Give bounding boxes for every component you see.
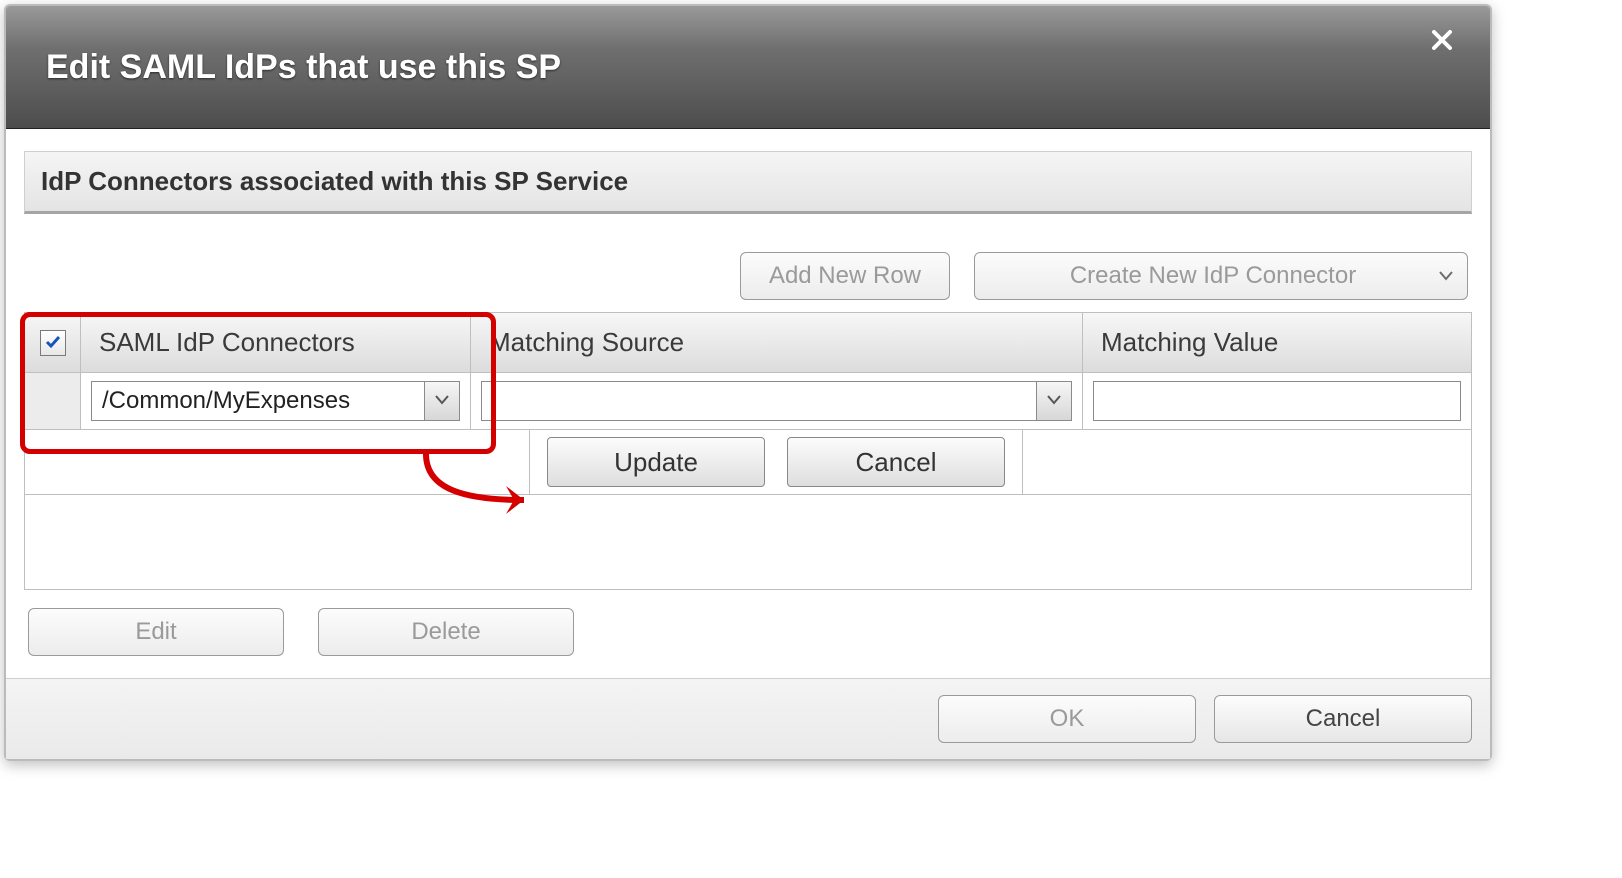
header-checkbox-cell [25,313,81,372]
grid-toolbar: Add New Row Create New IdP Connector [28,252,1468,300]
table-row: /Common/MyExpenses [25,373,1471,430]
connector-select[interactable]: /Common/MyExpenses [91,381,460,421]
create-new-idp-connector-label: Create New IdP Connector [1070,262,1356,290]
cancel-row-button[interactable]: Cancel [787,437,1005,487]
header-matching-value: Matching Value [1083,313,1471,372]
header-connectors: SAML IdP Connectors [81,313,471,372]
editor-row: Update Cancel [25,430,1471,495]
check-icon [44,327,62,358]
row-matching-source-cell [471,373,1083,429]
dialog-title: Edit SAML IdPs that use this SP [46,48,561,87]
matching-value-input[interactable] [1093,381,1461,421]
cancel-dialog-button[interactable]: Cancel [1214,695,1472,743]
ok-button[interactable]: OK [938,695,1196,743]
add-new-row-label: Add New Row [769,262,921,290]
edit-button[interactable]: Edit [28,608,284,656]
cancel-row-button-label: Cancel [856,447,937,478]
delete-button[interactable]: Delete [318,608,574,656]
create-new-idp-connector-button[interactable]: Create New IdP Connector [974,252,1468,300]
add-new-row-button[interactable]: Add New Row [740,252,950,300]
row-connector-cell: /Common/MyExpenses [81,373,471,429]
chevron-down-icon [435,392,449,410]
header-matching-source: Matching Source [471,313,1083,372]
section-heading: IdP Connectors associated with this SP S… [24,151,1472,214]
close-icon [1431,25,1453,59]
chevron-down-icon [1047,392,1061,410]
update-button[interactable]: Update [547,437,765,487]
chevron-down-icon [1439,271,1453,281]
idp-connectors-grid: SAML IdP Connectors Matching Source Matc… [24,312,1472,590]
matching-source-select[interactable] [481,381,1072,421]
connector-select-dropdown-button[interactable] [424,382,459,420]
close-button[interactable] [1422,22,1462,62]
grid-empty-area [25,495,1471,589]
editor-spacer-right [1023,430,1471,494]
dialog-titlebar: Edit SAML IdPs that use this SP [6,6,1490,129]
delete-button-label: Delete [411,618,480,646]
update-button-label: Update [614,447,698,478]
below-grid-buttons: Edit Delete [28,608,1468,656]
matching-source-dropdown-button[interactable] [1036,382,1071,420]
dialog-footer: OK Cancel [6,678,1490,759]
row-matching-value-cell [1083,373,1471,429]
matching-source-value [482,382,1036,420]
editor-spacer-left [25,430,530,494]
row-checkbox-cell [25,373,81,429]
editor-buttons: Update Cancel [530,430,1023,494]
edit-saml-idps-dialog: Edit SAML IdPs that use this SP IdP Conn… [4,4,1492,761]
select-all-checkbox[interactable] [40,330,66,356]
dialog-body: IdP Connectors associated with this SP S… [6,129,1490,678]
connector-select-value: /Common/MyExpenses [92,382,424,420]
ok-button-label: OK [1050,705,1085,733]
cancel-dialog-button-label: Cancel [1306,705,1381,733]
grid-header-row: SAML IdP Connectors Matching Source Matc… [25,313,1471,373]
edit-button-label: Edit [135,618,176,646]
